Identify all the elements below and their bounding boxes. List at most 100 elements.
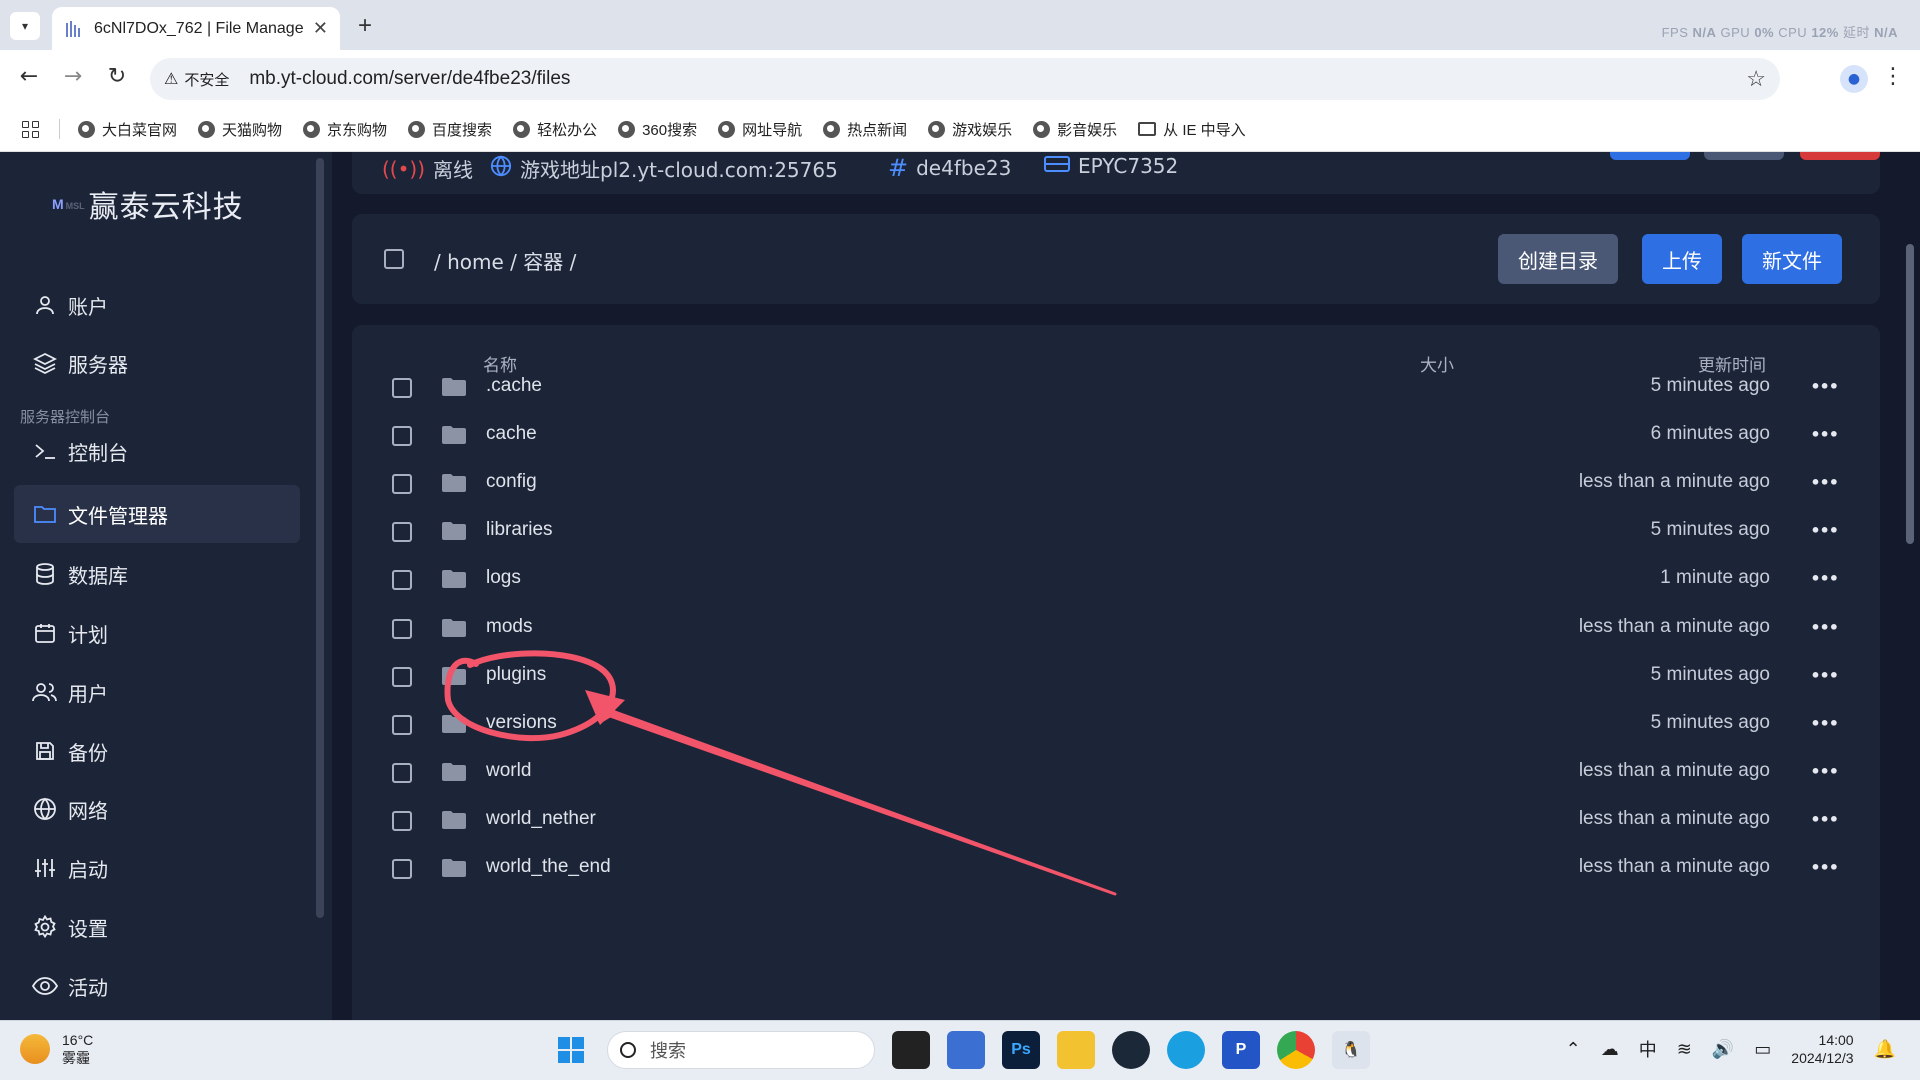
row-more-options-icon[interactable]: ••• <box>1810 425 1839 444</box>
row-more-options-icon[interactable]: ••• <box>1810 762 1839 781</box>
sidebar-item-backup[interactable]: 备份 <box>14 722 300 780</box>
back-arrow-icon[interactable]: ← <box>14 64 44 89</box>
sidebar-item-database[interactable]: 数据库 <box>14 545 300 603</box>
bookmark-star-icon[interactable]: ☆ <box>1746 66 1766 92</box>
profile-avatar-icon[interactable]: ● <box>1840 65 1868 93</box>
sidebar-item-schedule[interactable]: 计划 <box>14 604 300 662</box>
tab-close-icon[interactable]: ✕ <box>313 18 328 39</box>
file-name[interactable]: versions <box>486 712 557 734</box>
file-name[interactable]: world_nether <box>486 808 596 830</box>
bookmark-item[interactable]: 大白菜官网 <box>78 119 177 140</box>
bookmark-item[interactable]: 游戏娱乐 <box>928 119 1012 140</box>
sidebar-item-startup[interactable]: 启动 <box>14 839 300 897</box>
upload-button[interactable]: 上传 <box>1642 234 1722 284</box>
file-name[interactable]: world_the_end <box>486 856 611 878</box>
row-more-options-icon[interactable]: ••• <box>1810 666 1839 685</box>
security-indicator[interactable]: ⚠ 不安全 <box>164 69 229 90</box>
brand[interactable]: M MSL 赢泰云科技 <box>52 182 244 226</box>
battery-icon[interactable]: ▭ <box>1754 1039 1771 1060</box>
new-file-button[interactable]: 新文件 <box>1742 234 1842 284</box>
sidebar-scrollbar[interactable] <box>316 158 324 918</box>
file-name[interactable]: logs <box>486 567 521 589</box>
vpn-app-icon[interactable]: P <box>1222 1031 1260 1069</box>
row-checkbox[interactable] <box>392 859 412 879</box>
bookmark-item[interactable]: 百度搜索 <box>408 119 492 140</box>
bookmark-item[interactable]: 影音娱乐 <box>1033 119 1117 140</box>
file-name[interactable]: plugins <box>486 664 546 686</box>
notification-bell-icon[interactable]: 🔔 <box>1874 1039 1896 1060</box>
bookmark-item[interactable]: 京东购物 <box>303 119 387 140</box>
ime-indicator[interactable]: 中 <box>1639 1036 1657 1062</box>
volume-icon[interactable]: 🔊 <box>1712 1039 1734 1060</box>
forward-arrow-icon[interactable]: → <box>58 64 88 89</box>
sidebar-item-account[interactable]: 账户 <box>14 276 300 334</box>
browser-tab[interactable]: 6cNl7DOx_762 | File Manage ✕ <box>52 7 340 50</box>
omnibox[interactable]: ⚠ 不安全 mb.yt-cloud.com/server/de4fbe23/fi… <box>150 58 1780 100</box>
onedrive-cloud-icon[interactable]: ☁ <box>1601 1039 1619 1060</box>
row-more-options-icon[interactable]: ••• <box>1810 858 1839 877</box>
file-name[interactable]: config <box>486 471 537 493</box>
breadcrumb[interactable]: / home / 容器 / <box>434 246 576 275</box>
row-checkbox[interactable] <box>392 570 412 591</box>
file-name[interactable]: .cache <box>486 375 542 397</box>
task-view-icon[interactable] <box>892 1031 930 1069</box>
url-text[interactable]: mb.yt-cloud.com/server/de4fbe23/files <box>249 68 1746 90</box>
bookmark-item[interactable]: 360搜索 <box>618 119 697 140</box>
sidebar-item-settings[interactable]: 设置 <box>14 898 300 956</box>
server-address-text[interactable]: 游戏地址pl2.yt-cloud.com:25765 <box>520 154 838 183</box>
remote-desktop-icon[interactable] <box>947 1031 985 1069</box>
row-checkbox[interactable] <box>392 618 412 639</box>
main-scrollbar[interactable] <box>1906 244 1914 544</box>
row-more-options-icon[interactable]: ••• <box>1810 714 1839 733</box>
tray-overflow-chevron-icon[interactable]: ⌃ <box>1566 1039 1581 1060</box>
row-more-options-icon[interactable]: ••• <box>1810 521 1839 540</box>
row-more-options-icon[interactable]: ••• <box>1810 618 1839 637</box>
tab-search-button[interactable]: ▾ <box>10 12 40 40</box>
table-row[interactable]: world_the_end less than a minute ago ••• <box>352 840 1880 898</box>
bookmark-item[interactable]: 天猫购物 <box>198 119 282 140</box>
row-more-options-icon[interactable]: ••• <box>1810 810 1839 829</box>
row-checkbox[interactable] <box>392 474 412 495</box>
bookmark-item[interactable]: 网址导航 <box>718 119 802 140</box>
row-checkbox[interactable] <box>392 426 412 447</box>
row-checkbox[interactable] <box>392 522 412 543</box>
bookmark-folder[interactable]: 从 IE 中导入 <box>1138 119 1246 140</box>
new-tab-button[interactable]: + <box>350 12 380 40</box>
taskbar-search-input[interactable]: 搜索 <box>607 1031 875 1069</box>
reload-icon[interactable]: ↻ <box>102 64 132 89</box>
row-checkbox[interactable] <box>392 378 412 398</box>
power-stop-button[interactable] <box>1800 152 1880 160</box>
row-checkbox[interactable] <box>392 666 412 687</box>
bookmark-item[interactable]: 热点新闻 <box>823 119 907 140</box>
power-restart-button[interactable] <box>1704 152 1784 160</box>
row-more-options-icon[interactable]: ••• <box>1810 473 1839 492</box>
select-all-checkbox[interactable] <box>384 249 404 269</box>
file-name[interactable]: libraries <box>486 519 553 541</box>
file-explorer-icon[interactable] <box>1057 1031 1095 1069</box>
row-checkbox[interactable] <box>392 714 412 735</box>
apps-grid-icon[interactable] <box>22 120 39 138</box>
chrome-browser-icon[interactable] <box>1277 1031 1315 1069</box>
create-directory-button[interactable]: 创建目录 <box>1498 234 1618 284</box>
row-checkbox[interactable] <box>392 810 412 831</box>
steam-icon[interactable] <box>1112 1031 1150 1069</box>
qq-penguin-icon[interactable]: 🐧 <box>1332 1031 1370 1069</box>
wifi-icon[interactable]: ≋ <box>1677 1039 1692 1060</box>
file-name[interactable]: world <box>486 760 531 782</box>
row-more-options-icon[interactable]: ••• <box>1810 569 1839 588</box>
sidebar-item-activity[interactable]: 活动 <box>14 957 300 1015</box>
file-name[interactable]: mods <box>486 616 532 638</box>
sidebar-item-file-manager[interactable]: 文件管理器 <box>14 485 300 543</box>
edge-browser-icon[interactable] <box>1167 1031 1205 1069</box>
browser-menu-icon[interactable]: ⋮ <box>1882 64 1904 89</box>
photoshop-icon[interactable]: Ps <box>1002 1031 1040 1069</box>
sidebar-item-servers[interactable]: 服务器 <box>14 334 300 392</box>
windows-start-icon[interactable] <box>552 1031 590 1069</box>
weather-widget[interactable]: 16°C 雾霾 <box>20 1031 93 1067</box>
sidebar-item-network[interactable]: 网络 <box>14 780 300 838</box>
sidebar-item-users[interactable]: 用户 <box>14 663 300 721</box>
taskbar-clock[interactable]: 14:00 2024/12/3 <box>1791 1031 1853 1067</box>
row-more-options-icon[interactable]: ••• <box>1810 377 1839 396</box>
sidebar-item-console[interactable]: 控制台 <box>14 422 300 480</box>
bookmark-item[interactable]: 轻松办公 <box>513 119 597 140</box>
